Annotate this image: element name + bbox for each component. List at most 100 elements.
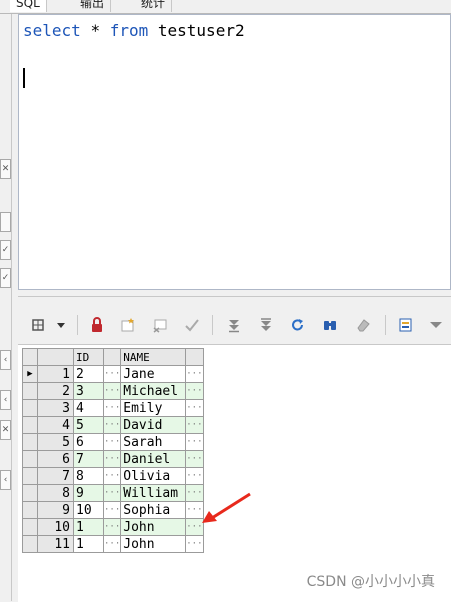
cell-name[interactable]: William [120, 484, 187, 502]
toolbar-separator [212, 315, 213, 335]
cell-name[interactable]: Emily [120, 399, 187, 417]
table-row[interactable]: 9 10 ··· Sophia ··· [22, 501, 204, 519]
dropdown-arrow-icon[interactable] [52, 316, 70, 334]
cell-id[interactable]: 10 [73, 501, 104, 519]
table-row[interactable]: 6 7 ··· Daniel ··· [22, 450, 204, 468]
cell-name[interactable]: Michael [120, 382, 187, 400]
cell-id[interactable]: 4 [73, 399, 104, 417]
cell-id-ellipsis-button[interactable]: ··· [102, 433, 122, 451]
cell-name[interactable]: John [120, 518, 187, 536]
row-indicator [22, 416, 38, 434]
table-row[interactable]: 10 1 ··· John ··· [22, 518, 204, 536]
tab-stats[interactable]: 统计 [135, 0, 173, 12]
gutter-box-icon[interactable] [0, 212, 11, 232]
text-caret [23, 68, 25, 88]
cell-id[interactable]: 8 [73, 467, 104, 485]
gutter-check2-icon[interactable]: ✓ [0, 268, 11, 288]
cell-id[interactable]: 6 [73, 433, 104, 451]
cell-name-ellipsis-button[interactable]: ··· [185, 416, 204, 434]
gutter-chevron-icon[interactable]: ‹ [0, 350, 11, 370]
row-number-header [37, 348, 74, 366]
cell-name-ellipsis-button[interactable]: ··· [185, 365, 204, 383]
cell-name-ellipsis-button[interactable]: ··· [185, 399, 204, 417]
column-header-id[interactable]: ID [73, 348, 104, 366]
gutter-close2-icon[interactable]: ✕ [0, 420, 11, 440]
sql-table-name: testuser2 [157, 21, 245, 40]
row-indicator [22, 399, 38, 417]
grid-toolbar [18, 296, 451, 345]
cell-id-ellipsis-button[interactable]: ··· [102, 382, 122, 400]
last-icon[interactable] [257, 316, 275, 334]
cell-id[interactable]: 7 [73, 450, 104, 468]
export-icon[interactable] [397, 316, 415, 334]
sql-statement: select * from testuser2 [23, 21, 245, 40]
table-row[interactable]: 4 5 ··· David ··· [22, 416, 204, 434]
menu-arrow-icon[interactable] [427, 316, 445, 334]
cell-name[interactable]: John [120, 535, 187, 553]
cell-id[interactable]: 2 [73, 365, 104, 383]
gutter-chevron3-icon[interactable]: ‹ [0, 470, 11, 490]
table-row[interactable]: 3 4 ··· Emily ··· [22, 399, 204, 417]
cell-id-ellipsis-button[interactable]: ··· [102, 501, 122, 519]
cell-name-ellipsis-button[interactable]: ··· [185, 433, 204, 451]
cell-id[interactable]: 5 [73, 416, 104, 434]
cell-name[interactable]: Sarah [120, 433, 187, 451]
cell-id-ellipsis-button[interactable]: ··· [102, 467, 122, 485]
sql-keyword-from: from [109, 21, 149, 40]
table-row[interactable]: 7 8 ··· Olivia ··· [22, 467, 204, 485]
row-indicator [22, 450, 38, 468]
column-header-name[interactable]: NAME [120, 348, 187, 366]
row-number: 10 [37, 518, 74, 536]
cell-name[interactable]: Daniel [120, 450, 187, 468]
table-row[interactable]: 11 1 ··· John ··· [22, 535, 204, 553]
clear-icon[interactable] [354, 316, 372, 334]
cell-name[interactable]: Sophia [120, 501, 187, 519]
row-number: 11 [37, 535, 74, 553]
cell-id-ellipsis-button[interactable]: ··· [102, 365, 122, 383]
sql-editor[interactable]: select * from testuser2 [18, 14, 451, 290]
row-number: 6 [37, 450, 74, 468]
gutter-close-icon[interactable]: ✕ [0, 159, 11, 179]
row-indicator [22, 501, 38, 519]
watermark: CSDN @小小小小真 [306, 574, 435, 590]
row-indicator: ▶ [22, 365, 38, 383]
table-row[interactable]: 8 9 ··· William ··· [22, 484, 204, 502]
insert-record-icon[interactable] [119, 316, 137, 334]
result-grid[interactable]: ID NAME ▶ 1 2 ··· Jane ··· 2 3 ··· Michael ··· 3 4 ··… [18, 344, 451, 602]
cell-id[interactable]: 1 [73, 535, 104, 553]
cell-name[interactable]: Jane [120, 365, 187, 383]
cell-id-ellipsis-button[interactable]: ··· [102, 484, 122, 502]
cell-id-ellipsis-button[interactable]: ··· [102, 535, 122, 553]
toolbar-separator [385, 315, 386, 335]
lock-icon[interactable] [88, 316, 106, 334]
table-row[interactable]: 5 6 ··· Sarah ··· [22, 433, 204, 451]
grid-options-icon[interactable] [29, 316, 47, 334]
delete-record-icon[interactable] [151, 316, 169, 334]
cell-id-ellipsis-button[interactable]: ··· [102, 416, 122, 434]
refresh-icon[interactable] [289, 316, 307, 334]
cell-name-ellipsis-button[interactable]: ··· [185, 450, 204, 468]
cell-id[interactable]: 1 [73, 518, 104, 536]
cell-id-ellipsis-button[interactable]: ··· [102, 450, 122, 468]
cell-name-ellipsis-button[interactable]: ··· [185, 467, 204, 485]
cell-id-ellipsis-button[interactable]: ··· [102, 399, 122, 417]
gutter-check-icon[interactable]: ✓ [0, 240, 11, 260]
row-number: 3 [37, 399, 74, 417]
cell-id-ellipsis-button[interactable]: ··· [102, 518, 122, 536]
gutter-chevron2-icon[interactable]: ‹ [0, 390, 11, 410]
row-number: 4 [37, 416, 74, 434]
cell-name[interactable]: David [120, 416, 187, 434]
cell-id[interactable]: 3 [73, 382, 104, 400]
cell-name-ellipsis-button[interactable]: ··· [185, 535, 204, 553]
tab-output[interactable]: 输出 [74, 0, 112, 12]
tab-sql[interactable]: SQL [10, 0, 47, 12]
cell-name[interactable]: Olivia [120, 467, 187, 485]
table-row[interactable]: 2 3 ··· Michael ··· [22, 382, 204, 400]
post-edit-icon[interactable] [183, 316, 201, 334]
first-icon[interactable] [225, 316, 243, 334]
cell-id[interactable]: 9 [73, 484, 104, 502]
left-gutter: ✕ ✓ ✓ ‹ ‹ ✕ ‹ [0, 14, 12, 601]
find-icon[interactable] [321, 316, 339, 334]
table-row[interactable]: ▶ 1 2 ··· Jane ··· [22, 365, 204, 383]
cell-name-ellipsis-button[interactable]: ··· [185, 382, 204, 400]
